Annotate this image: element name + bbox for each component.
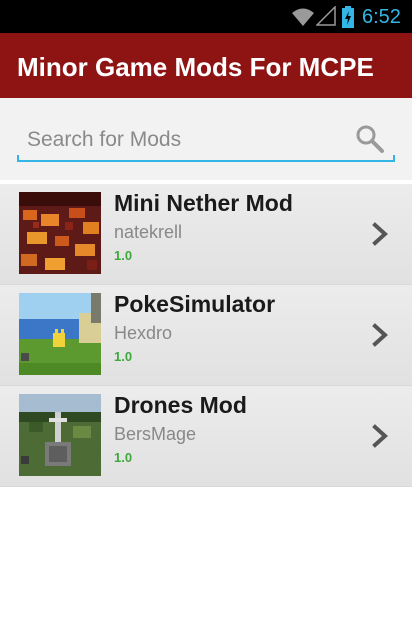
chevron-right-icon xyxy=(372,222,390,251)
mod-version: 1.0 xyxy=(114,349,133,364)
mod-name: Drones Mod xyxy=(114,392,247,418)
mod-list-item-drones[interactable]: Drones Mod BersMage 1.0 xyxy=(0,386,412,487)
wifi-icon xyxy=(291,6,315,33)
status-time: 6:52 xyxy=(362,6,401,28)
chevron-right-icon xyxy=(372,323,390,352)
search-area xyxy=(0,98,412,180)
nether-thumbnail xyxy=(19,192,101,274)
mod-version: 1.0 xyxy=(114,450,133,465)
app-title: Minor Game Mods For MCPE xyxy=(17,52,374,82)
search-underline xyxy=(17,160,395,162)
chevron-right-icon xyxy=(372,424,390,453)
cell-signal-icon xyxy=(315,5,336,31)
mod-author: natekrell xyxy=(114,222,183,242)
mod-author: BersMage xyxy=(114,424,197,444)
search-input[interactable] xyxy=(27,126,347,154)
mod-list: Mini Nether Mod natekrell 1.0 PokeSimula… xyxy=(0,184,412,487)
mod-author: Hexdro xyxy=(114,323,173,343)
drone-thumbnail xyxy=(19,394,101,476)
mod-name: Mini Nether Mod xyxy=(114,190,293,216)
mod-version: 1.0 xyxy=(114,248,133,263)
status-bar: 6:52 xyxy=(0,0,412,33)
app-bar: Minor Game Mods For MCPE xyxy=(0,33,412,98)
pokemon-thumbnail xyxy=(19,293,101,375)
mod-name: PokeSimulator xyxy=(114,291,276,317)
search-field[interactable] xyxy=(17,116,395,162)
battery-charging-icon xyxy=(341,5,355,34)
search-underline-right xyxy=(393,155,395,162)
search-underline-left xyxy=(17,155,19,162)
mod-list-item-pokesimulator[interactable]: PokeSimulator Hexdro 1.0 xyxy=(0,285,412,386)
mod-list-item-mini-nether[interactable]: Mini Nether Mod natekrell 1.0 xyxy=(0,184,412,285)
search-icon[interactable] xyxy=(355,124,385,159)
